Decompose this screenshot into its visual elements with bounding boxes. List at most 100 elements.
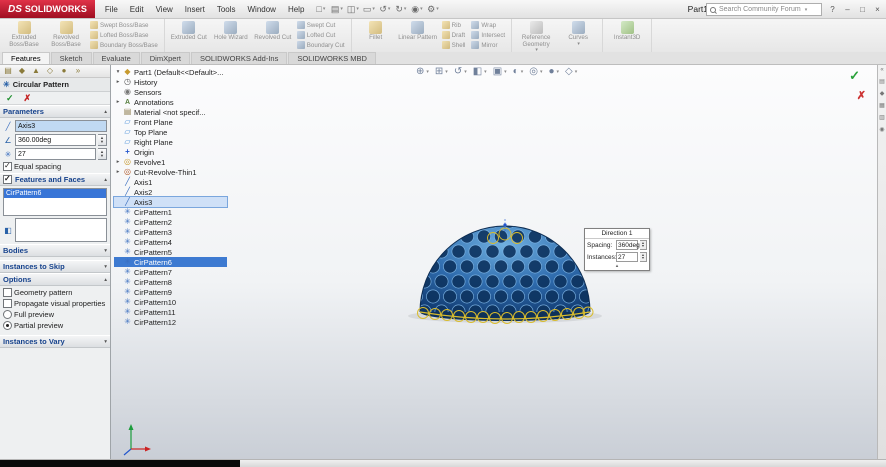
community-search-box[interactable]: Search Community Forum ▾: [706, 3, 822, 16]
instances-to-vary-section-header[interactable]: Instances to Vary ▾: [0, 335, 110, 348]
propagate-visual-properties-checkbox[interactable]: [3, 299, 12, 308]
options-icon[interactable]: ⚙ ▾: [425, 2, 440, 16]
design-library-icon[interactable]: ◆: [880, 90, 885, 97]
zoom-area-icon[interactable]: ⊞ ▾: [435, 66, 448, 77]
parameters-section-header[interactable]: Parameters ▴: [0, 105, 110, 118]
instances-field[interactable]: 27: [616, 252, 638, 262]
command-tab[interactable]: Features: [2, 52, 50, 64]
menu-item[interactable]: Window: [242, 3, 282, 16]
display-style-icon[interactable]: ◐ ▾: [513, 66, 524, 77]
swept-boss-button[interactable]: Swept Boss/Base: [90, 21, 158, 29]
tree-item[interactable]: CirPattern8: [114, 277, 227, 287]
ok-button[interactable]: ✓: [6, 93, 14, 104]
view-palette-icon[interactable]: ▥: [879, 114, 885, 121]
help-icon[interactable]: ?: [826, 3, 839, 15]
redo-icon[interactable]: ↻ ▾: [393, 2, 408, 16]
resources-icon[interactable]: ▤: [879, 78, 885, 85]
draft-button[interactable]: Draft: [441, 31, 466, 39]
confirm-ok-button[interactable]: ✓: [849, 68, 860, 84]
command-tab[interactable]: Sketch: [50, 52, 92, 64]
instance-count-spinner[interactable]: ▲ ▼: [98, 148, 107, 160]
graphics-viewport[interactable]: ⊕▾ ⊞▾ ↺▾ ◧▾ ▣▾ ◐▾ ◎▾ ●▾ ◇▾ ✓ ✗: [110, 64, 878, 460]
menu-item[interactable]: Insert: [179, 3, 211, 16]
tree-item[interactable]: Origin: [114, 147, 227, 157]
minimize-icon[interactable]: –: [841, 3, 854, 15]
intersect-button[interactable]: Intersect: [471, 31, 505, 39]
instances-to-skip-section-header[interactable]: Instances to Skip ▾: [0, 260, 110, 273]
menu-item[interactable]: Help: [282, 3, 310, 16]
revolved-boss-button[interactable]: Revolved Boss/Base: [46, 20, 86, 50]
restore-icon[interactable]: □: [856, 3, 869, 15]
tree-item[interactable]: CirPattern12: [114, 317, 227, 327]
tree-item[interactable]: Axis1: [114, 177, 227, 187]
tree-item[interactable]: ▸ History: [114, 77, 227, 87]
lofted-cut-button[interactable]: Lofted Cut: [296, 31, 345, 39]
features-checkbox[interactable]: [3, 174, 12, 184]
tree-item[interactable]: Axis2: [114, 187, 227, 197]
spacing-field[interactable]: 360deg: [616, 240, 640, 250]
zoom-fit-icon[interactable]: ⊕ ▾: [416, 66, 429, 77]
mirror-button[interactable]: Mirror: [471, 41, 505, 49]
menu-item[interactable]: File: [99, 3, 124, 16]
view-orientation-icon[interactable]: ▣ ▾: [493, 66, 507, 77]
tree-item[interactable]: ▸ Cut-Revolve-Thin1: [114, 167, 227, 177]
previous-view-icon[interactable]: ↺ ▾: [454, 66, 467, 77]
geometry-pattern-checkbox[interactable]: [3, 288, 12, 297]
tree-item[interactable]: ▸ Annotations: [114, 97, 227, 107]
rib-button[interactable]: Rib: [441, 21, 466, 29]
undo-icon[interactable]: ↺ ▾: [377, 2, 392, 16]
menu-item[interactable]: Tools: [211, 3, 242, 16]
direction1-callout[interactable]: Direction 1 Spacing: 360deg ▲ ▼ Instances…: [584, 228, 650, 271]
scene-icon[interactable]: ◇ ▾: [565, 66, 577, 77]
bodies-section-header[interactable]: Bodies ▾: [0, 244, 110, 257]
tree-item[interactable]: Right Plane: [114, 137, 227, 147]
appearances-panel-icon[interactable]: ◉: [879, 126, 884, 133]
confirm-cancel-button[interactable]: ✗: [857, 89, 866, 102]
dimxpert-manager-tab-icon[interactable]: ◇: [45, 66, 55, 75]
hide-show-icon[interactable]: ◎ ▾: [529, 66, 542, 77]
expand-arrow-icon[interactable]: ▸: [115, 169, 121, 175]
save-icon[interactable]: ◫ ▾: [345, 2, 360, 16]
tree-item[interactable]: ▾ Part1 (Default<<Default>...: [114, 67, 227, 77]
faces-selection-list[interactable]: [15, 218, 107, 242]
configuration-manager-tab-icon[interactable]: ▲: [31, 66, 41, 75]
command-tab[interactable]: DimXpert: [140, 52, 190, 64]
appearances-icon[interactable]: ● ▾: [548, 66, 559, 77]
expand-tabs-icon[interactable]: »: [73, 66, 83, 75]
new-doc-icon[interactable]: □ ▾: [313, 2, 328, 16]
full-preview-radio[interactable]: [3, 310, 12, 319]
features-section-header[interactable]: Features and Faces▴: [0, 173, 110, 186]
pattern-axis-field[interactable]: Axis3: [15, 120, 107, 132]
tree-item[interactable]: Top Plane: [114, 127, 227, 137]
spacing-spinner[interactable]: ▲ ▼: [640, 240, 647, 250]
rebuild-icon[interactable]: ◉ ▾: [409, 2, 424, 16]
revolved-cut-button[interactable]: Revolved Cut: [253, 20, 293, 50]
tree-item[interactable]: Material <not specif...: [114, 107, 227, 117]
property-manager-tab-icon[interactable]: ◆: [17, 66, 27, 75]
partial-preview-radio[interactable]: [3, 321, 12, 330]
command-tab[interactable]: SOLIDWORKS Add-Ins: [191, 52, 288, 64]
close-icon[interactable]: ×: [871, 3, 884, 15]
wrap-button[interactable]: Wrap: [471, 21, 505, 29]
extruded-cut-button[interactable]: Extruded Cut: [169, 20, 209, 50]
command-tab[interactable]: Evaluate: [92, 52, 140, 64]
expand-arrow-icon[interactable]: ▾: [115, 69, 121, 75]
curves-button[interactable]: Curves ▾: [558, 20, 598, 50]
tree-item[interactable]: CirPattern9: [114, 287, 227, 297]
tree-item[interactable]: CirPattern1: [114, 207, 227, 217]
file-explorer-icon[interactable]: ▦: [879, 102, 885, 109]
options-section-header[interactable]: Options ▴: [0, 273, 110, 286]
instance-count-field[interactable]: 27: [15, 148, 96, 160]
menu-item[interactable]: Edit: [124, 3, 150, 16]
cancel-button[interactable]: ✗: [24, 93, 32, 104]
equal-spacing-checkbox[interactable]: [3, 161, 12, 171]
open-icon[interactable]: ▤ ▾: [329, 2, 344, 16]
shell-button[interactable]: Shell: [441, 41, 465, 49]
tree-item[interactable]: CirPattern3: [114, 227, 227, 237]
linear-pattern-button[interactable]: Linear Pattern: [398, 20, 438, 50]
expand-arrow-icon[interactable]: ▸: [115, 79, 121, 85]
section-view-icon[interactable]: ◧ ▾: [473, 66, 487, 77]
tree-item[interactable]: CirPattern4: [114, 237, 227, 247]
callout-collapse-icon[interactable]: ▴: [585, 263, 649, 270]
tree-item[interactable]: Front Plane: [114, 117, 227, 127]
